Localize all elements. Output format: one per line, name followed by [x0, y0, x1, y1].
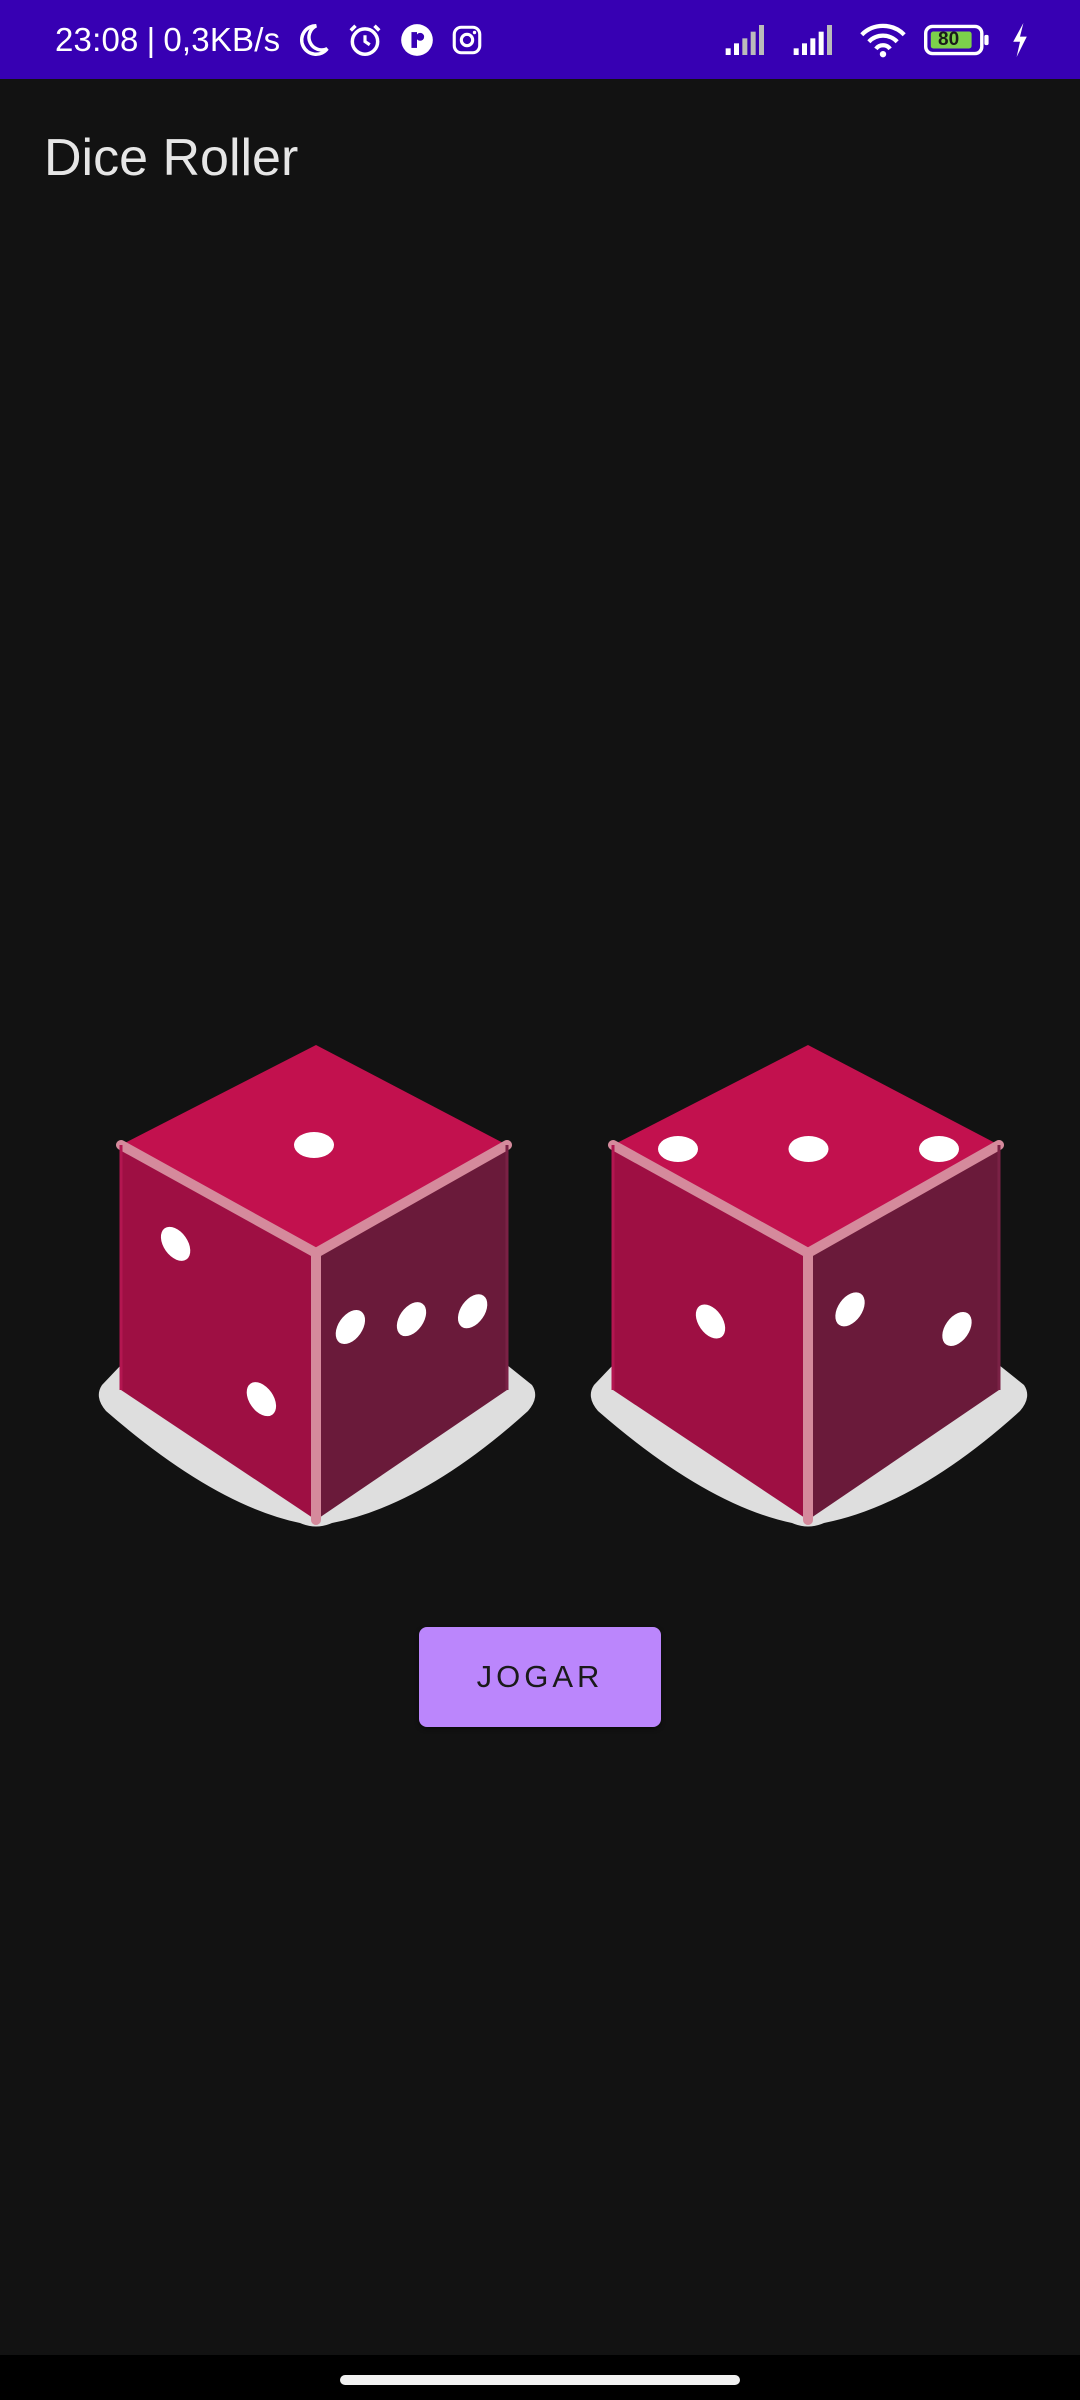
battery-icon: 80: [924, 23, 992, 57]
status-network-speed: 0,3KB/s: [163, 20, 281, 58]
home-gesture-handle[interactable]: [340, 2375, 740, 2385]
status-bar-right: 80: [706, 22, 1030, 58]
status-bar-left: 23:08 | 0,3KB/s: [55, 21, 484, 59]
navigation-bar: [0, 2355, 1080, 2400]
instagram-icon: [450, 23, 484, 57]
wifi-icon: [860, 22, 906, 58]
die-pip: [294, 1132, 334, 1158]
status-time: 23:08: [55, 20, 139, 58]
die-right: [590, 1045, 1028, 1527]
die-left: [98, 1045, 536, 1527]
die-pip: [788, 1136, 829, 1162]
dice-area: [0, 1035, 1080, 1555]
die-pip: [658, 1136, 698, 1162]
status-separator: |: [146, 20, 156, 58]
status-bar: 23:08 | 0,3KB/s 80: [0, 0, 1080, 79]
roll-button[interactable]: JOGAR: [419, 1627, 661, 1727]
signal-icon: [792, 23, 842, 57]
signal-icon: [724, 23, 774, 57]
app-notification-icon: [398, 21, 436, 59]
charging-icon: [1010, 22, 1030, 57]
die-pip: [919, 1136, 959, 1162]
alarm-icon: [346, 21, 384, 59]
battery-level: 80: [938, 28, 960, 50]
moon-icon: [294, 21, 332, 59]
page-title: Dice Roller: [44, 129, 299, 187]
